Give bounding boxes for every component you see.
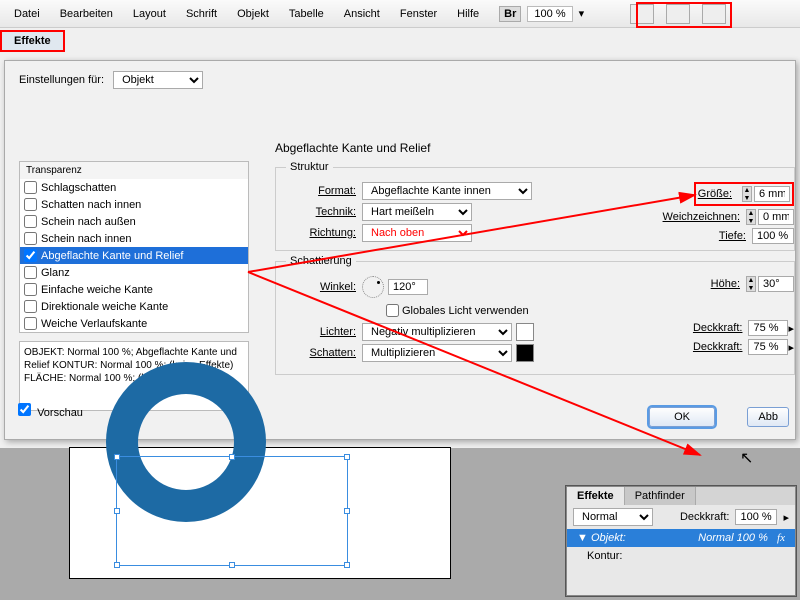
zoom-field[interactable]: 100 % [527, 6, 572, 22]
effect-checkbox[interactable] [24, 300, 37, 313]
tiefe-label: Tiefe: [656, 230, 746, 242]
effect-checkbox[interactable] [24, 215, 37, 228]
schatten-select[interactable]: Multiplizieren [362, 344, 512, 362]
angle-dial[interactable] [362, 276, 384, 298]
format-label: Format: [286, 185, 356, 197]
effects-panel: Effekte Pathfinder Normal Deckkraft: ▸ ▼… [566, 486, 796, 596]
effect-checkbox[interactable] [24, 181, 37, 194]
effect-checkbox[interactable] [24, 198, 37, 211]
effect-checkbox[interactable] [24, 317, 37, 330]
cursor-icon: ↖ [740, 448, 753, 468]
winkel-input[interactable] [388, 279, 428, 295]
lichter-swatch[interactable] [516, 323, 534, 341]
panel-deck-input[interactable] [735, 509, 777, 525]
effect-label: Schatten nach innen [41, 199, 141, 211]
effect-item[interactable]: Direktionale weiche Kante [20, 298, 248, 315]
effect-label: Einfache weiche Kante [41, 284, 153, 296]
effects-list-header: Transparenz [20, 162, 248, 179]
effect-checkbox[interactable] [24, 249, 37, 262]
schatt-legend: Schattierung [286, 255, 356, 267]
deck1-input[interactable] [748, 320, 788, 336]
selection-box[interactable] [116, 456, 348, 566]
struktur-group: Struktur Format: Abgeflachte Kante innen… [275, 161, 795, 251]
effect-item[interactable]: Weiche Verlaufskante [20, 315, 248, 332]
format-select[interactable]: Abgeflachte Kante innen [362, 182, 532, 200]
global-light-label: Globales Licht verwenden [402, 305, 529, 317]
effect-label: Glanz [41, 267, 70, 279]
tiefe-input[interactable] [752, 228, 794, 244]
settings-for-select[interactable]: Objekt [113, 71, 203, 89]
effect-label: Schein nach außen [41, 216, 136, 228]
blend-mode-select[interactable]: Normal [573, 508, 653, 526]
weich-label: Weichzeichnen: [650, 211, 740, 223]
effect-item[interactable]: Schlagschatten [20, 179, 248, 196]
effect-checkbox[interactable] [24, 283, 37, 296]
spinner-icon[interactable]: ▲▼ [746, 276, 756, 292]
cancel-button[interactable]: Abb [747, 407, 789, 427]
deck2-label: Deckkraft: [652, 341, 742, 353]
schatten-swatch[interactable] [516, 344, 534, 362]
ok-button[interactable]: OK [649, 407, 715, 427]
effect-checkbox[interactable] [24, 266, 37, 279]
effect-label: Weiche Verlaufskante [41, 318, 147, 330]
spinner-icon[interactable]: ▲▼ [746, 209, 756, 225]
menu-layout[interactable]: Layout [123, 4, 176, 24]
settings-for-label: Einstellungen für: [19, 74, 104, 86]
technik-select[interactable]: Hart meißeln [362, 203, 472, 221]
effect-item[interactable]: Schein nach innen [20, 230, 248, 247]
richtung-label: Richtung: [286, 227, 356, 239]
winkel-label: Winkel: [286, 281, 356, 293]
deck1-label: Deckkraft: [652, 322, 742, 334]
effect-item[interactable]: Einfache weiche Kante [20, 281, 248, 298]
spinner-icon[interactable]: ▲▼ [742, 186, 752, 202]
menu-objekt[interactable]: Objekt [227, 4, 279, 24]
weich-input[interactable] [758, 209, 794, 225]
hoehe-label: Höhe: [650, 278, 740, 290]
annotation-red-box-toolbar [636, 2, 732, 28]
menu-bearbeiten[interactable]: Bearbeiten [50, 4, 123, 24]
panel-tab-pathfinder[interactable]: Pathfinder [625, 487, 696, 505]
effect-item[interactable]: Abgeflachte Kante und Relief [20, 247, 248, 264]
lichter-select[interactable]: Negativ multiplizieren [362, 323, 512, 341]
schattierung-group: Schattierung Winkel: Globales Licht verw… [275, 255, 795, 375]
effects-list: Transparenz Schlagschatten Schatten nach … [19, 161, 249, 333]
annotation-red-box-size: Größe: ▲▼ [694, 182, 794, 206]
schatten-label: Schatten: [286, 347, 356, 359]
menu-hilfe[interactable]: Hilfe [447, 4, 489, 24]
menu-tabelle[interactable]: Tabelle [279, 4, 334, 24]
canvas-area: Effekte Pathfinder Normal Deckkraft: ▸ ▼… [0, 448, 800, 600]
effect-item[interactable]: Schein nach außen [20, 213, 248, 230]
menu-datei[interactable]: Datei [4, 4, 50, 24]
richtung-select[interactable]: Nach oben [362, 224, 472, 242]
struktur-legend: Struktur [286, 161, 333, 173]
effect-item[interactable]: Schatten nach innen [20, 196, 248, 213]
effect-label: Direktionale weiche Kante [41, 301, 168, 313]
bridge-icon[interactable]: Br [499, 6, 521, 22]
global-light-checkbox[interactable] [386, 304, 399, 317]
deck2-input[interactable] [748, 339, 788, 355]
effect-label: Schein nach innen [41, 233, 132, 245]
lichter-label: Lichter: [286, 326, 356, 338]
effects-tab[interactable]: Effekte [0, 30, 65, 52]
preview-checkbox-label[interactable]: Vorschau [14, 400, 83, 419]
menu-fenster[interactable]: Fenster [390, 4, 447, 24]
panel-title: Abgeflachte Kante und Relief [275, 141, 795, 155]
effects-dialog: Einstellungen für: Objekt Transparenz Sc… [4, 60, 796, 440]
groesse-label: Größe: [698, 188, 732, 200]
document-page [70, 448, 450, 578]
effect-label: Abgeflachte Kante und Relief [41, 250, 184, 262]
effect-label: Schlagschatten [41, 182, 116, 194]
panel-tab-effekte[interactable]: Effekte [567, 487, 625, 505]
preview-checkbox[interactable] [18, 403, 31, 416]
menu-ansicht[interactable]: Ansicht [334, 4, 390, 24]
panel-kontur-row[interactable]: Kontur: [567, 547, 795, 565]
panel-deck-label: Deckkraft: [680, 511, 730, 523]
effect-checkbox[interactable] [24, 232, 37, 245]
menu-schrift[interactable]: Schrift [176, 4, 227, 24]
effect-item[interactable]: Glanz [20, 264, 248, 281]
hoehe-input[interactable] [758, 276, 794, 292]
groesse-input[interactable] [754, 186, 790, 202]
panel-object-row[interactable]: ▼ Objekt: Normal 100 % fx [567, 529, 795, 547]
technik-label: Technik: [286, 206, 356, 218]
